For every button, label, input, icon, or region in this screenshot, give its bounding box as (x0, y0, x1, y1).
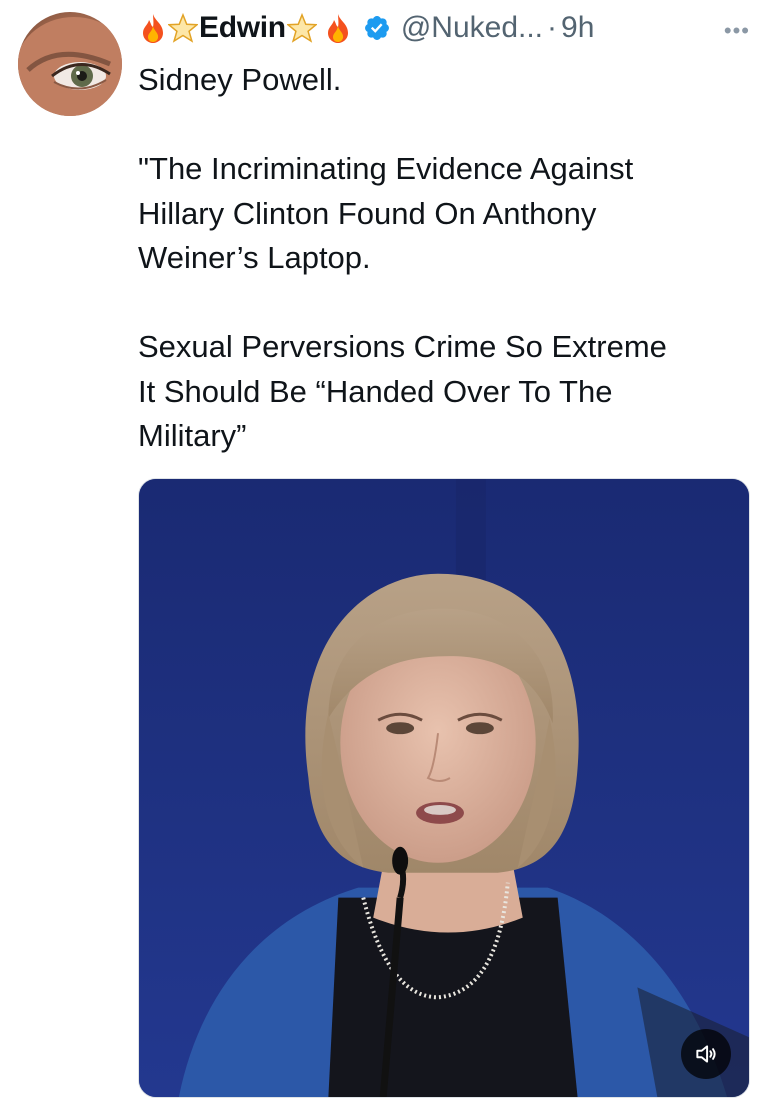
tweet-line: Sidney Powell. (138, 62, 342, 97)
author-display-name[interactable]: Edwin (199, 11, 286, 45)
tweet-line: It Should Be “Handed Over To The (138, 373, 613, 409)
avatar-image (18, 17, 122, 116)
tweet-header: Edwin @Nuked... · 9h ••• (138, 6, 750, 50)
tweet-text: Sidney Powell. "The Incriminating Eviden… (138, 58, 748, 459)
tweet-line: Weiner’s Laptop. (138, 240, 371, 275)
separator-dot: · (547, 11, 558, 44)
author-handle[interactable]: @Nuked... (401, 11, 543, 45)
timestamp[interactable]: 9h (561, 11, 594, 45)
speaker-muted-icon (696, 1045, 716, 1063)
tweet-line: Military” (138, 418, 247, 453)
fire-emoji-icon (138, 12, 168, 44)
star-emoji-icon (286, 12, 317, 44)
tweet-line: Hillary Clinton Found On Anthony (138, 195, 597, 231)
verified-badge-icon (364, 16, 389, 40)
video-player[interactable] (138, 478, 750, 1098)
tweet[interactable]: Edwin @Nuked... · 9h ••• Sidney Powell. … (0, 0, 768, 1103)
more-options-icon[interactable]: ••• (724, 18, 750, 44)
tweet-line: "The Incriminating Evidence Against (138, 151, 634, 186)
avatar[interactable] (18, 12, 122, 116)
video-frame (139, 479, 749, 1097)
mute-button[interactable] (681, 1029, 731, 1079)
tweet-line: Sexual Perversions Crime So Extreme (138, 329, 667, 364)
star-emoji-icon (168, 12, 198, 44)
fire-emoji-icon (323, 12, 353, 44)
